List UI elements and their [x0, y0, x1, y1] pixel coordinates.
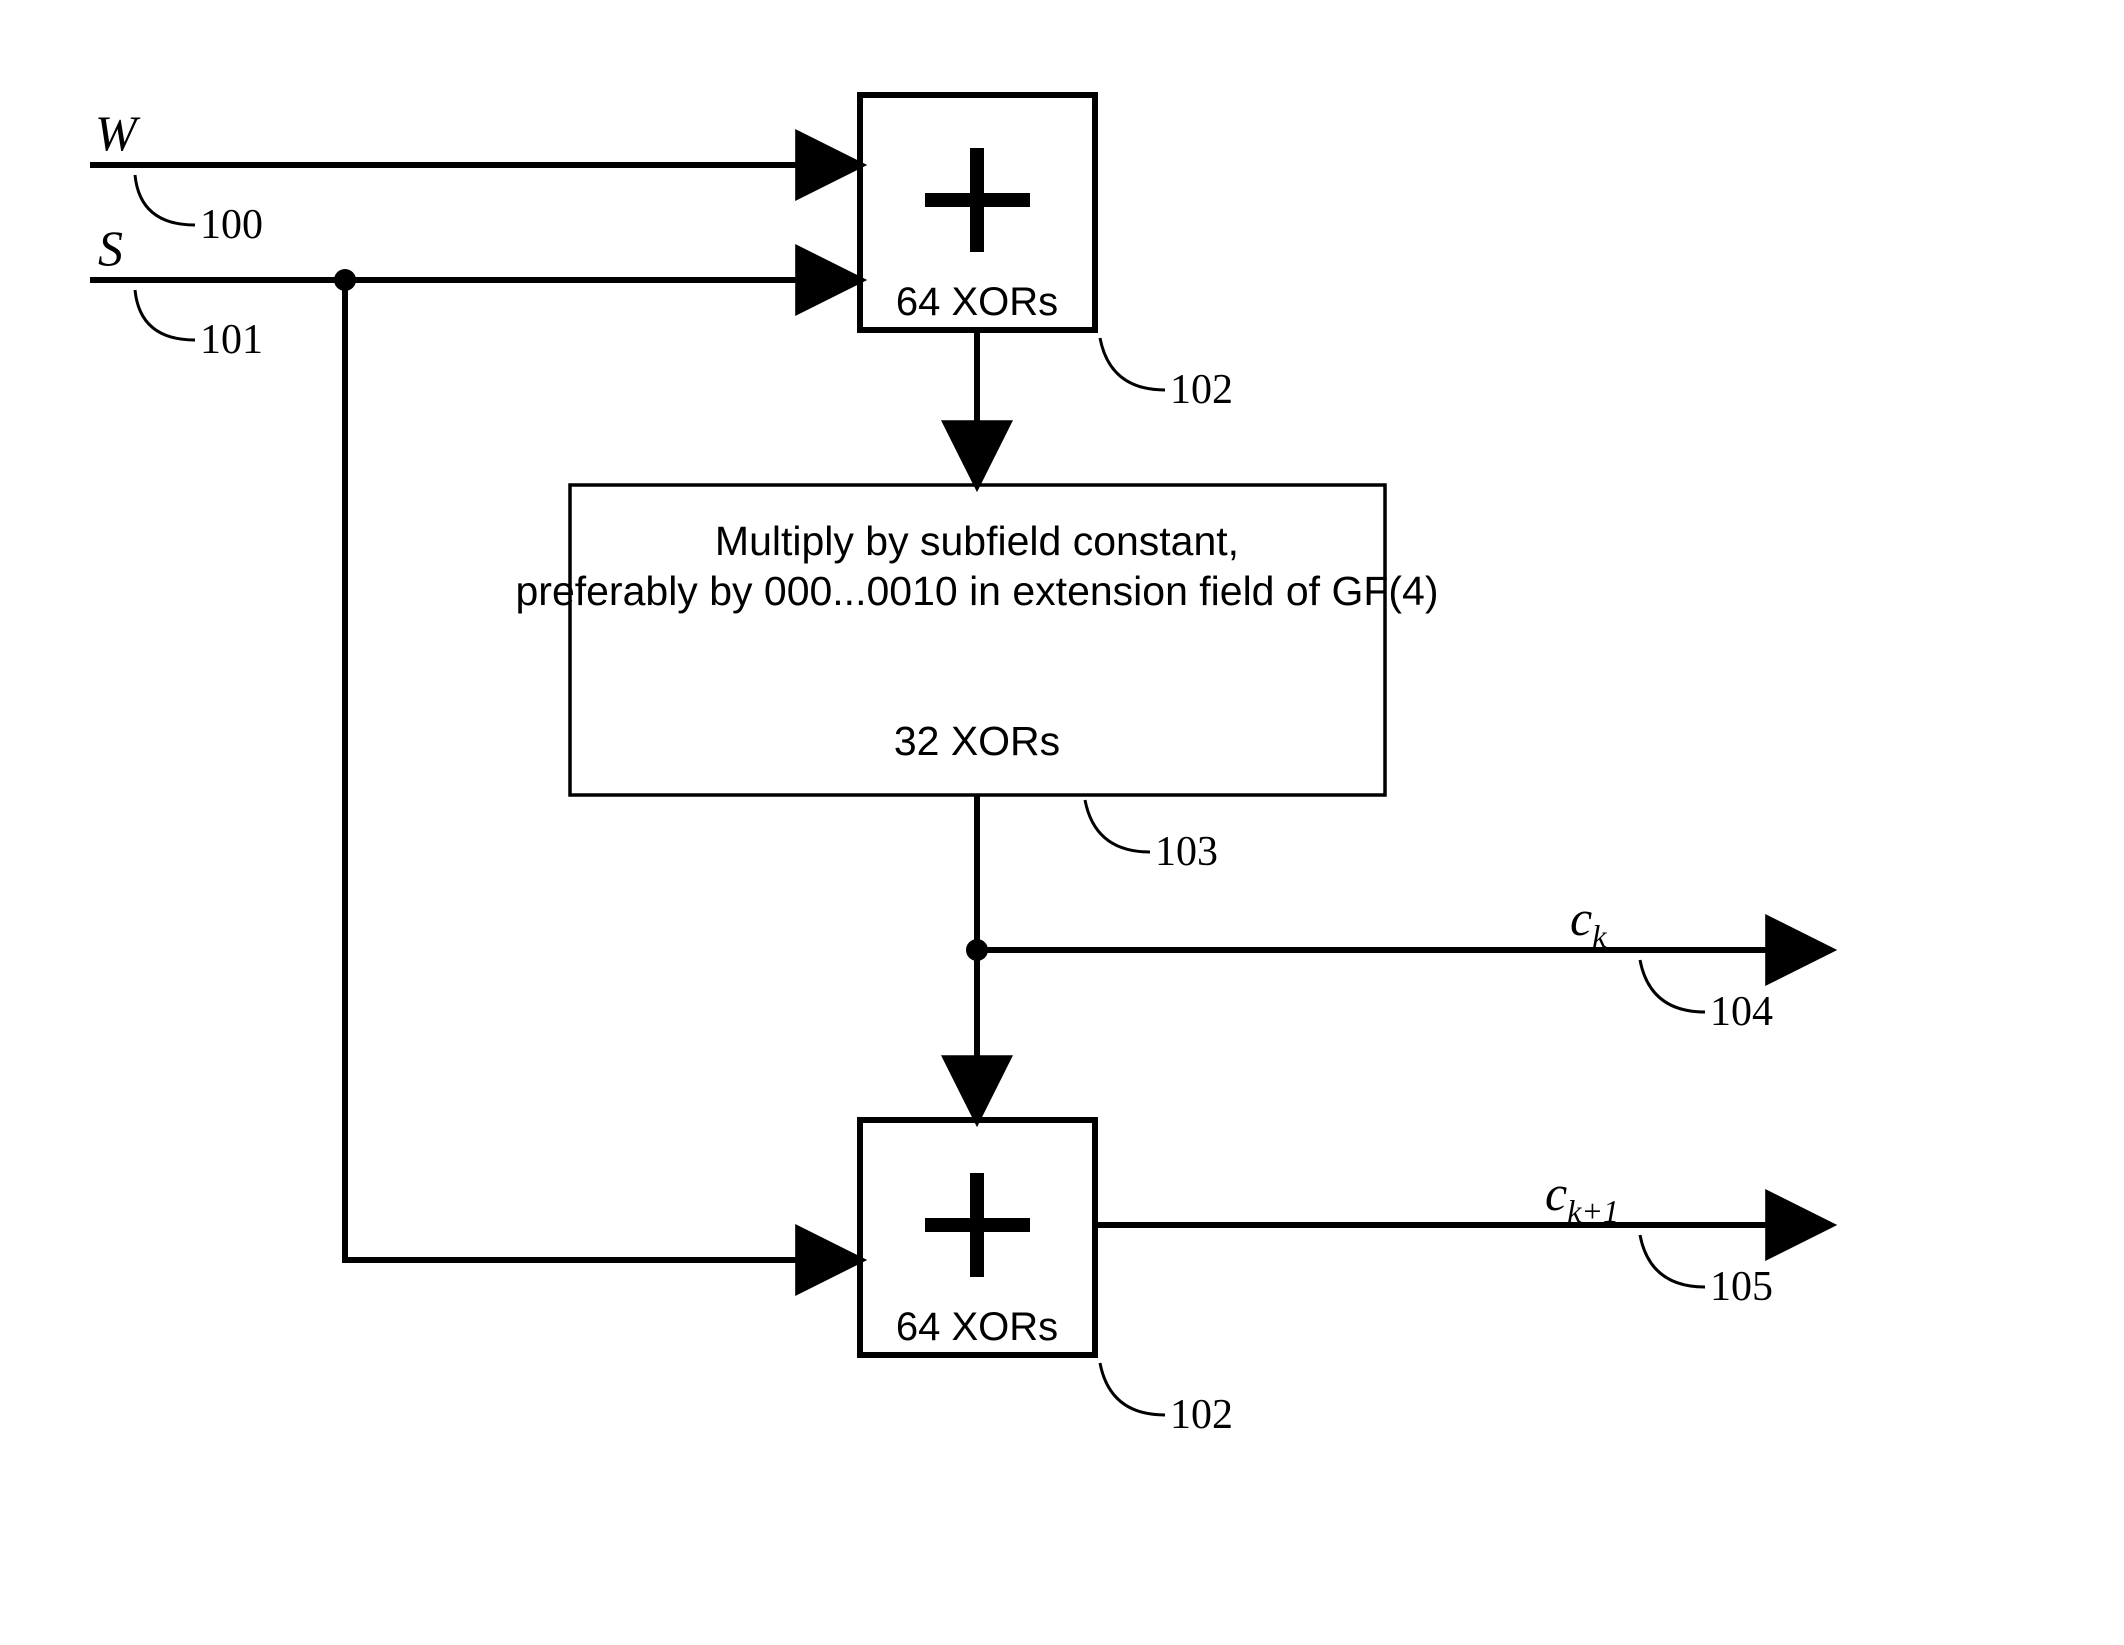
input-w-label: W — [95, 105, 141, 161]
xor-top-label: 64 XORs — [896, 280, 1058, 324]
ref-curve-102-bottom — [1100, 1363, 1165, 1415]
ref-102-bottom: 102 — [1170, 1392, 1233, 1438]
multiply-line2: preferably by 000...0010 in extension fi… — [515, 568, 1438, 614]
ref-104: 104 — [1710, 989, 1773, 1035]
multiply-line1: Multiply by subfield constant, — [715, 518, 1239, 564]
ref-curve-100 — [135, 175, 195, 225]
ref-100: 100 — [200, 202, 263, 248]
ref-curve-101 — [135, 290, 195, 340]
ref-103: 103 — [1155, 829, 1218, 875]
ref-101: 101 — [200, 317, 263, 363]
ref-curve-103 — [1085, 800, 1150, 852]
ref-102-top: 102 — [1170, 367, 1233, 413]
ref-curve-104 — [1640, 960, 1705, 1012]
input-s-label: S — [98, 220, 123, 276]
output-ck: ck — [1570, 890, 1607, 954]
ref-curve-102-top — [1100, 338, 1165, 390]
xor-bottom-label: 64 XORs — [896, 1305, 1058, 1349]
ref-curve-105 — [1640, 1235, 1705, 1287]
circuit-diagram: 64 XORs 64 XORs Multiply by subfield con… — [0, 0, 2124, 1645]
ref-105: 105 — [1710, 1264, 1773, 1310]
multiply-line3: 32 XORs — [894, 718, 1060, 764]
output-ck1: ck+1 — [1545, 1165, 1619, 1229]
